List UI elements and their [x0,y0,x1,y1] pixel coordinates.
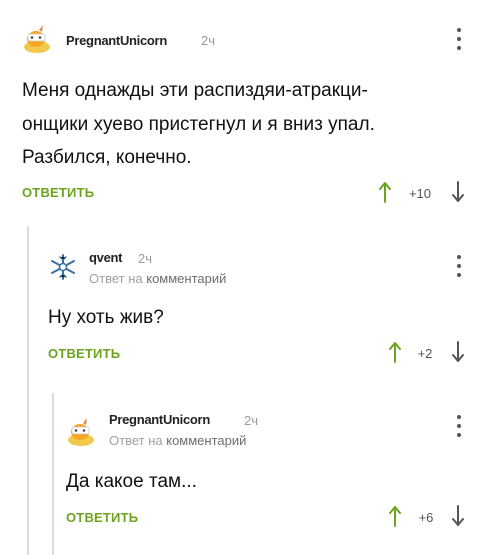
more-menu-icon[interactable] [454,28,464,50]
snowflake-avatar-icon[interactable] [48,252,78,282]
reply-to-label: Ответ на комментарий [109,433,246,448]
comment-text-line: Ну хоть жив? [48,307,164,328]
comment-text-line: онщики хуево пристегнул и я вниз упал. [22,114,375,135]
comment-time: 2ч [201,33,216,48]
comment-text-line: Разбился, конечно. [22,147,192,168]
downvote-arrow-icon[interactable] [451,181,465,203]
vote-score: +6 [418,510,434,525]
unicorn-avatar-icon[interactable] [22,24,52,54]
reply-button[interactable]: ОТВЕТИТЬ [22,185,94,200]
comment-time: 2ч [244,413,259,428]
unicorn-avatar-icon[interactable] [66,417,96,447]
thread-line[interactable] [27,226,29,555]
comment-username[interactable]: PregnantUnicorn [66,33,167,48]
thread-line[interactable] [52,393,54,555]
comment-text-line: Меня однажды эти распиздяи-атракци- [22,80,368,101]
comment-time: 2ч [138,251,153,266]
vote-score: +10 [408,186,432,201]
reply-to-link[interactable]: комментарий [146,271,226,286]
upvote-arrow-icon[interactable] [378,181,392,203]
reply-button[interactable]: ОТВЕТИТЬ [66,510,138,525]
comment-text-line: Да какое там... [66,471,197,492]
reply-button[interactable]: ОТВЕТИТЬ [48,346,120,361]
more-menu-icon[interactable] [454,415,464,437]
downvote-arrow-icon[interactable] [451,341,465,363]
upvote-arrow-icon[interactable] [388,341,402,363]
reply-to-prefix: Ответ на [89,271,143,286]
more-menu-icon[interactable] [454,255,464,277]
comment-username[interactable]: PregnantUnicorn [109,412,210,427]
reply-to-label: Ответ на комментарий [89,271,226,286]
comment-username[interactable]: qvent [89,250,122,265]
reply-to-prefix: Ответ на [109,433,163,448]
downvote-arrow-icon[interactable] [451,505,465,527]
reply-to-link[interactable]: комментарий [166,433,246,448]
upvote-arrow-icon[interactable] [388,505,402,527]
vote-score: +2 [417,346,433,361]
